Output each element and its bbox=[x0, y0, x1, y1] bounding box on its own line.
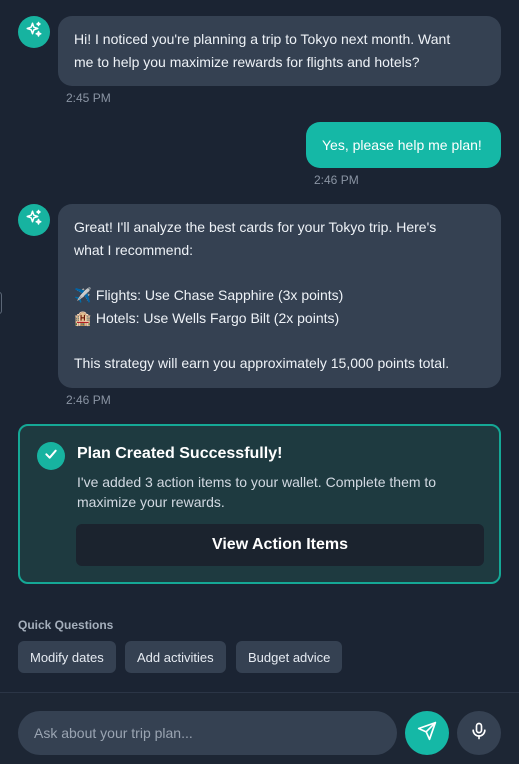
assistant-avatar bbox=[18, 204, 50, 236]
message-line: Hi! I noticed you're planning a trip to … bbox=[74, 31, 451, 47]
message-timestamp: 2:46 PM bbox=[314, 173, 359, 187]
plan-card-title: Plan Created Successfully! bbox=[77, 445, 283, 462]
quick-questions-label: Quick Questions bbox=[18, 618, 114, 632]
success-badge bbox=[37, 442, 65, 470]
assistant-message-bubble: Great! I'll analyze the best cards for y… bbox=[58, 204, 501, 388]
message-line-spacer bbox=[74, 329, 485, 352]
quick-question-chip-add-activities[interactable]: Add activities bbox=[125, 641, 226, 673]
chat-thread: Hi! I noticed you're planning a trip to … bbox=[0, 0, 519, 692]
hotel-icon: 🏨 bbox=[74, 309, 92, 326]
message-composer bbox=[0, 692, 519, 764]
message-line: what I recommend: bbox=[74, 241, 194, 258]
message-line-text: Flights: Use Chase Sapphire (3x points) bbox=[95, 287, 344, 303]
plan-created-card: Plan Created Successfully! I've added 3 … bbox=[18, 424, 501, 584]
user-message-bubble: Yes, please help me plan! bbox=[306, 122, 501, 168]
quick-question-chip-modify-dates[interactable]: Modify dates bbox=[18, 641, 116, 673]
sparkles-icon bbox=[25, 21, 43, 44]
microphone-icon bbox=[469, 721, 489, 746]
check-icon bbox=[43, 446, 59, 467]
airplane-icon: ✈️ bbox=[74, 287, 92, 303]
message-line: 🏨 Hotels: Use Wells Fargo Bilt (2x point… bbox=[74, 307, 485, 330]
send-icon bbox=[417, 721, 437, 746]
assistant-avatar bbox=[18, 16, 50, 48]
sparkles-icon bbox=[25, 209, 43, 232]
panel-edge-handle[interactable] bbox=[0, 292, 2, 314]
send-button[interactable] bbox=[405, 711, 449, 755]
quick-question-chip-budget-advice[interactable]: Budget advice bbox=[236, 641, 343, 673]
message-timestamp: 2:45 PM bbox=[66, 91, 111, 105]
message-line: This strategy will earn you approximatel… bbox=[74, 355, 450, 371]
message-text: Yes, please help me plan! bbox=[322, 137, 482, 153]
plan-card-description: I've added 3 action items to your wallet… bbox=[77, 474, 437, 510]
message-input[interactable] bbox=[18, 711, 397, 755]
message-line: ✈️ Flights: Use Chase Sapphire (3x point… bbox=[74, 284, 485, 307]
message-timestamp: 2:46 PM bbox=[66, 393, 111, 407]
message-line: me to help you maximize rewards for flig… bbox=[74, 53, 420, 70]
microphone-button[interactable] bbox=[457, 711, 501, 755]
assistant-message-bubble: Hi! I noticed you're planning a trip to … bbox=[58, 16, 501, 86]
message-line-spacer bbox=[74, 261, 485, 284]
message-line-text: Hotels: Use Wells Fargo Bilt (2x points) bbox=[95, 309, 340, 326]
message-line: Great! I'll analyze the best cards for y… bbox=[74, 219, 437, 235]
view-action-items-button[interactable]: View Action Items bbox=[76, 524, 484, 566]
